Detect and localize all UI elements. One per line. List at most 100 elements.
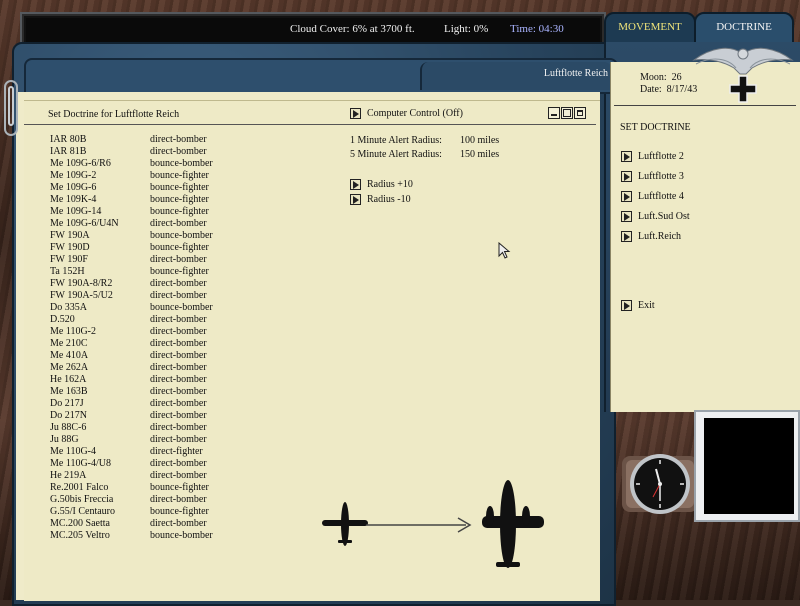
aircraft-row[interactable]: Me 110G-4/U8 direct-bomber bbox=[50, 458, 213, 470]
aircraft-row[interactable]: FW 190A-8/R2 direct-bomber bbox=[50, 278, 213, 290]
aircraft-doctrine: direct-bomber bbox=[150, 374, 207, 385]
set-doctrine-heading: SET DOCTRINE bbox=[620, 122, 691, 133]
aircraft-name: IAR 81B bbox=[50, 146, 87, 157]
aircraft-row[interactable]: Me 109K-4 bounce-fighter bbox=[50, 194, 213, 206]
aircraft-name: Me 109G-14 bbox=[50, 206, 102, 217]
doctrine-button-label: Luftflotte 3 bbox=[638, 171, 684, 182]
aircraft-row[interactable]: FW 190A bounce-bomber bbox=[50, 230, 213, 242]
five-minute-alert-label: 5 Minute Alert Radius: bbox=[350, 149, 442, 160]
aircraft-doctrine: direct-bomber bbox=[150, 146, 207, 157]
minimize-icon[interactable] bbox=[548, 107, 560, 119]
aircraft-row[interactable]: Ju 88C-6 direct-bomber bbox=[50, 422, 213, 434]
aircraft-doctrine: bounce-bomber bbox=[150, 530, 213, 541]
aircraft-row[interactable]: Me 262A direct-bomber bbox=[50, 362, 213, 374]
date-value: 8/17/43 bbox=[666, 84, 698, 95]
aircraft-name: Do 217N bbox=[50, 410, 87, 421]
aircraft-row[interactable]: FW 190F direct-bomber bbox=[50, 254, 213, 266]
aircraft-doctrine: bounce-fighter bbox=[150, 482, 209, 493]
aircraft-row[interactable]: He 219A direct-bomber bbox=[50, 470, 213, 482]
window-controls bbox=[548, 107, 586, 119]
aircraft-row[interactable]: He 162A direct-bomber bbox=[50, 374, 213, 386]
radius-minus-label: Radius -10 bbox=[367, 194, 411, 205]
play-icon bbox=[350, 179, 361, 191]
computer-control-button[interactable]: Computer Control (Off) bbox=[350, 108, 463, 120]
date-label: Date: bbox=[640, 84, 662, 95]
fighter-silhouette-icon bbox=[322, 502, 368, 546]
doctrine-button-luftflotte-2[interactable]: Luftflotte 2 bbox=[621, 150, 690, 170]
play-icon bbox=[621, 171, 632, 183]
exit-label: Exit bbox=[638, 300, 655, 311]
aircraft-doctrine: direct-bomber bbox=[150, 218, 207, 229]
doctrine-button-luftflotte-3[interactable]: Luftflotte 3 bbox=[621, 170, 690, 190]
aircraft-name: Me 109G-6/U4N bbox=[50, 218, 119, 229]
doctrine-button-label: Luftflotte 4 bbox=[638, 191, 684, 202]
aircraft-row[interactable]: FW 190D bounce-fighter bbox=[50, 242, 213, 254]
restore-icon[interactable] bbox=[561, 107, 573, 119]
aircraft-doctrine: direct-bomber bbox=[150, 134, 207, 145]
folder-tab[interactable]: Luftflotte Reich bbox=[420, 62, 612, 90]
aircraft-row[interactable]: MC.205 Veltro bounce-bomber bbox=[50, 530, 213, 542]
aircraft-row[interactable]: Do 217N direct-bomber bbox=[50, 410, 213, 422]
aircraft-row[interactable]: Do 335A bounce-bomber bbox=[50, 302, 213, 314]
maximize-icon[interactable] bbox=[574, 107, 586, 119]
aircraft-row[interactable]: Ju 88G direct-bomber bbox=[50, 434, 213, 446]
doctrine-button-luft-sud-ost[interactable]: Luft.Sud Ost bbox=[621, 210, 690, 230]
aircraft-row[interactable]: MC.200 Saetta direct-bomber bbox=[50, 518, 213, 530]
play-icon bbox=[621, 191, 632, 203]
aircraft-doctrine: direct-bomber bbox=[150, 362, 207, 373]
aircraft-name: Me 210C bbox=[50, 338, 88, 349]
aircraft-row[interactable]: IAR 81B direct-bomber bbox=[50, 146, 213, 158]
eagle-emblem-icon bbox=[692, 47, 794, 103]
aircraft-name: Me 110G-4/U8 bbox=[50, 458, 112, 469]
aircraft-row[interactable]: Me 109G-2 bounce-fighter bbox=[50, 170, 213, 182]
aircraft-row[interactable]: Me 410A direct-bomber bbox=[50, 350, 213, 362]
panel-header: Set Doctrine for Luftflotte Reich Comput… bbox=[24, 104, 596, 125]
aircraft-row[interactable]: Re.2001 Falco bounce-fighter bbox=[50, 482, 213, 494]
aircraft-row[interactable]: G.55/I Centauro bounce-fighter bbox=[50, 506, 213, 518]
aircraft-name: IAR 80B bbox=[50, 134, 87, 145]
exit-button[interactable]: Exit bbox=[621, 300, 655, 312]
folder-title: Luftflotte Reich bbox=[543, 68, 608, 79]
aircraft-row[interactable]: D.520 direct-bomber bbox=[50, 314, 213, 326]
aircraft-doctrine: direct-fighter bbox=[150, 446, 203, 457]
cloud-cover-readout: Cloud Cover: 6% at 3700 ft. bbox=[290, 23, 415, 35]
computer-control-label: Computer Control (Off) bbox=[367, 108, 463, 119]
aircraft-name: G.50bis Freccia bbox=[50, 494, 114, 505]
aircraft-doctrine: bounce-fighter bbox=[150, 242, 209, 253]
doctrine-button-luftflotte-4[interactable]: Luftflotte 4 bbox=[621, 190, 690, 210]
panel-title: Set Doctrine for Luftflotte Reich bbox=[48, 109, 180, 120]
aircraft-name: Ju 88G bbox=[50, 434, 79, 445]
radius-minus-button[interactable]: Radius -10 bbox=[350, 192, 413, 207]
aircraft-row[interactable]: Me 110G-2 direct-bomber bbox=[50, 326, 213, 338]
aircraft-name: Ju 88C-6 bbox=[50, 422, 87, 433]
radius-plus-button[interactable]: Radius +10 bbox=[350, 177, 413, 192]
aircraft-row[interactable]: FW 190A-5/U2 direct-bomber bbox=[50, 290, 213, 302]
bomber-silhouette-icon bbox=[482, 480, 544, 568]
aircraft-doctrine: direct-bomber bbox=[150, 338, 207, 349]
aircraft-row[interactable]: Ta 152H bounce-fighter bbox=[50, 266, 213, 278]
aircraft-row[interactable]: IAR 80B direct-bomber bbox=[50, 134, 213, 146]
moon-value: 26 bbox=[671, 72, 682, 83]
radius-plus-label: Radius +10 bbox=[367, 179, 413, 190]
radio-monitor bbox=[694, 410, 800, 522]
tab-movement[interactable]: MOVEMENT bbox=[604, 12, 696, 46]
doctrine-button-luft-reich[interactable]: Luft.Reich bbox=[621, 230, 690, 250]
aircraft-doctrine-list: IAR 80B direct-bomber IAR 81B direct-bomber… bbox=[50, 134, 213, 542]
aircraft-row[interactable]: G.50bis Freccia direct-bomber bbox=[50, 494, 213, 506]
play-icon bbox=[621, 300, 632, 312]
aircraft-name: Me 110G-4 bbox=[50, 446, 97, 457]
aircraft-name: FW 190A-5/U2 bbox=[50, 290, 113, 301]
aircraft-name: MC.200 Saetta bbox=[50, 518, 110, 529]
radius-buttons: Radius +10 Radius -10 bbox=[350, 177, 413, 207]
aircraft-row[interactable]: Do 217J direct-bomber bbox=[50, 398, 213, 410]
aircraft-row[interactable]: Me 109G-6 bounce-fighter bbox=[50, 182, 213, 194]
monitor-screen bbox=[704, 418, 794, 514]
aircraft-row[interactable]: Me 210C direct-bomber bbox=[50, 338, 213, 350]
aircraft-row[interactable]: Me 109G-6/U4N direct-bomber bbox=[50, 218, 213, 230]
aircraft-row[interactable]: Me 109G-6/R6 bounce-bomber bbox=[50, 158, 213, 170]
play-icon bbox=[350, 108, 361, 120]
aircraft-row[interactable]: Me 109G-14 bounce-fighter bbox=[50, 206, 213, 218]
aircraft-row[interactable]: Me 110G-4 direct-fighter bbox=[50, 446, 213, 458]
aircraft-row[interactable]: Me 163B direct-bomber bbox=[50, 386, 213, 398]
aircraft-doctrine: direct-bomber bbox=[150, 470, 207, 481]
